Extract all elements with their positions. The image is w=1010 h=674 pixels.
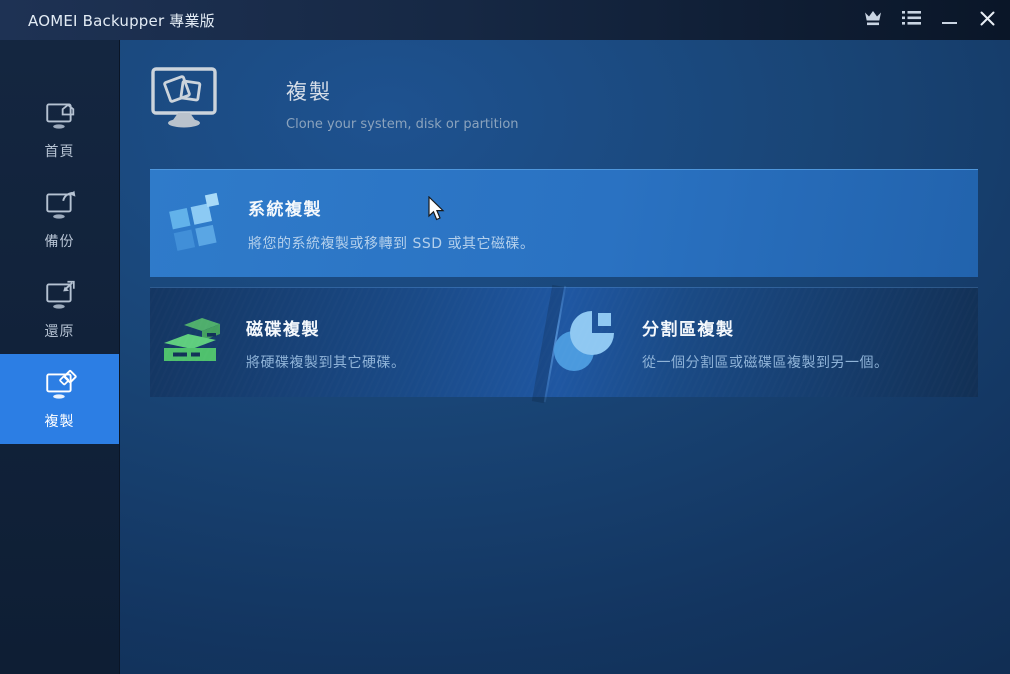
sidebar-item-label: 首頁	[44, 143, 75, 160]
windows-logo-icon	[164, 192, 222, 256]
app-window: AOMEI Backupper 專業版 首頁 備份 還原 複製 複製 Clone…	[0, 0, 1010, 674]
monitor-backup-icon	[43, 188, 77, 224]
option-description: 將硬碟複製到其它硬碟。	[246, 354, 406, 371]
crown-upgrade-icon	[863, 10, 883, 31]
page-subtitle: Clone your system, disk or partition	[286, 117, 519, 132]
app-title: AOMEI Backupper 專業版	[28, 11, 215, 30]
partition-clone-option[interactable]: 分割區複製 從一個分割區或磁碟區複製到另一個。	[552, 288, 972, 398]
sidebar-item-label: 備份	[44, 233, 75, 250]
option-title: 系統複製	[248, 199, 322, 220]
menu-button[interactable]	[892, 0, 930, 40]
partition-clone-text: 分割區複製 從一個分割區或磁碟區複製到另一個。	[642, 315, 889, 372]
page-title: 複製	[286, 80, 332, 104]
pie-partition-icon	[552, 309, 616, 377]
titlebar: AOMEI Backupper 專業版	[0, 0, 1010, 40]
option-title: 磁碟複製	[246, 319, 320, 340]
minimize-button[interactable]	[930, 0, 968, 40]
titlebar-buttons	[854, 0, 1010, 40]
menu-list-icon	[901, 10, 921, 30]
page-header: 複製 Clone your system, disk or partition	[150, 66, 519, 134]
clone-cards-row: 磁碟複製 將硬碟複製到其它硬碟。 分割區複製 從一個分割區或磁碟區複製到另一個。	[150, 284, 978, 404]
monitor-home-icon	[43, 98, 77, 134]
system-clone-text: 系統複製 將您的系統複製或移轉到 SSD 或其它磁碟。	[248, 195, 534, 253]
monitor-restore-icon	[43, 278, 77, 314]
disk-stack-icon	[164, 311, 220, 375]
minimize-icon	[941, 22, 957, 24]
sidebar-item-home[interactable]: 首頁	[0, 84, 119, 174]
sidebar-item-label: 複製	[44, 413, 75, 430]
disk-clone-option[interactable]: 磁碟複製 將硬碟複製到其它硬碟。	[164, 288, 534, 398]
close-button[interactable]	[968, 0, 1006, 40]
system-clone-option[interactable]: 系統複製 將您的系統複製或移轉到 SSD 或其它磁碟。	[150, 169, 978, 277]
clone-monitor-icon	[150, 66, 220, 134]
sidebar-item-restore[interactable]: 還原	[0, 264, 119, 354]
option-description: 將您的系統複製或移轉到 SSD 或其它磁碟。	[248, 235, 535, 252]
header-text: 複製 Clone your system, disk or partition	[286, 66, 519, 132]
disk-clone-text: 磁碟複製 將硬碟複製到其它硬碟。	[246, 315, 406, 372]
sidebar-item-backup[interactable]: 備份	[0, 174, 119, 264]
sidebar-item-clone[interactable]: 複製	[0, 354, 119, 444]
sidebar: 首頁 備份 還原 複製	[0, 40, 120, 674]
option-description: 從一個分割區或磁碟區複製到另一個。	[642, 354, 889, 371]
monitor-clone-icon	[43, 368, 77, 404]
option-title: 分割區複製	[642, 319, 735, 340]
sidebar-item-label: 還原	[44, 323, 75, 340]
close-icon	[980, 11, 995, 30]
upgrade-button[interactable]	[854, 0, 892, 40]
main-panel: 複製 Clone your system, disk or partition	[120, 40, 1010, 674]
